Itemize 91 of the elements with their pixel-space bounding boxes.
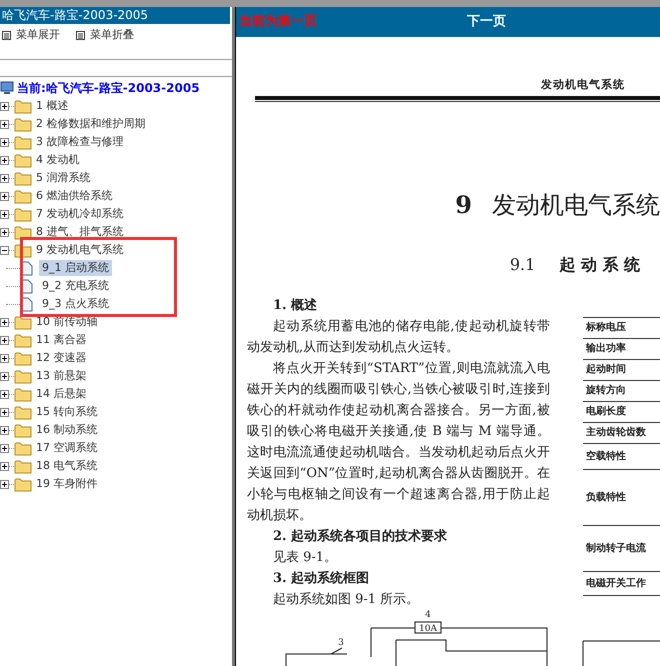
- tree-item[interactable]: 8 进气、排气系统: [36, 224, 124, 240]
- next-page-button[interactable]: 下一页: [467, 12, 506, 32]
- tree-item[interactable]: 9 发动机电气系统: [36, 242, 124, 258]
- table-cell: 旋转方向: [583, 380, 660, 402]
- folder-icon: [14, 206, 32, 222]
- folder-icon: [14, 350, 32, 366]
- folder-icon: [14, 188, 32, 204]
- body-paragraph: 起动系统用蓄电池的储存电能,使起动机旋转带动发动机,从而达到发动机点火运转。: [247, 318, 550, 356]
- tree-item[interactable]: 15 转向系统: [36, 404, 98, 420]
- expand-toggle[interactable]: [0, 210, 9, 218]
- tree-item[interactable]: 16 制动系统: [36, 422, 98, 438]
- table-cell: 电刷长度: [583, 402, 660, 422]
- table-cell: 负载特性: [583, 470, 660, 526]
- computer-icon: [0, 81, 14, 95]
- sidebar-title: 哈飞汽车-路宝-2003-2005: [0, 7, 230, 24]
- body-paragraph: 将点火开关转到“START”位置,则电流就流入电磁开关内的线圈而吸引铁心,当铁心被吸引时,连接到铁心的杆就动作使起动机离合器接合。另一方面,被吸引的铁心将电磁开关接通,使 B 端与 M 端导通。这时电流流通使起动机啮合。当发动机起动后点火开关返回到“ON”位置时,起动机离合器从齿圈脱开。在小轮与电枢轴之间设有一个超速离合器,用于防止起动机损坏。: [247, 360, 550, 524]
- list-icon: [76, 30, 85, 40]
- folder-icon: [14, 440, 32, 456]
- section-title: 起 动 系 统: [559, 254, 640, 276]
- folder-icon: [14, 314, 32, 330]
- table-cell: 电磁开关工作: [583, 572, 660, 596]
- tree-item[interactable]: 19 车身附件: [36, 476, 98, 492]
- section-heading: 2. 起动系统各项目的技术要求: [272, 528, 448, 546]
- table-cell: 标称电压: [583, 318, 660, 338]
- tree-item[interactable]: 17 空调系统: [36, 440, 98, 456]
- tree-item[interactable]: 9_1 启动系统: [39, 260, 112, 276]
- tree-item[interactable]: 1 概述: [36, 98, 68, 114]
- expand-toggle[interactable]: [0, 174, 9, 182]
- folder-icon: [14, 152, 32, 168]
- table-cell: 起动时间: [583, 360, 660, 380]
- expand-toggle[interactable]: [0, 480, 9, 488]
- expand-toggle[interactable]: [0, 192, 9, 200]
- folder-icon: [14, 404, 32, 420]
- folder-icon: [14, 170, 32, 186]
- collapse-toggle[interactable]: [0, 246, 9, 254]
- folder-icon: [14, 116, 32, 132]
- expand-toggle[interactable]: [0, 138, 9, 146]
- folder-icon: [14, 386, 32, 402]
- list-icon: [2, 30, 11, 40]
- expand-toggle[interactable]: [0, 120, 9, 128]
- running-head: 发动机电气系统: [541, 77, 625, 93]
- tree-item[interactable]: 9_2 充电系统: [39, 278, 112, 294]
- tree-item[interactable]: 10 前传动轴: [36, 314, 98, 330]
- tree-item[interactable]: 7 发动机冷却系统: [36, 206, 124, 222]
- table-cell: 主动齿轮齿数: [583, 422, 660, 444]
- tree-root: 当前:哈飞汽车-路宝-2003-2005: [17, 80, 200, 97]
- folder-icon: [14, 224, 32, 240]
- section-number: 9.1: [510, 254, 536, 276]
- tree-item[interactable]: 14 后悬架: [36, 386, 86, 402]
- chapter-number: 9: [455, 188, 472, 220]
- table-cell: 输出功率: [583, 338, 660, 360]
- tree-item[interactable]: 12 变速器: [36, 350, 86, 366]
- expand-toggle[interactable]: [0, 462, 9, 470]
- tree-item[interactable]: 4 发动机: [36, 152, 80, 168]
- folder-icon: [14, 98, 32, 114]
- tree-item[interactable]: 9_3 点火系统: [39, 296, 112, 312]
- tree-item[interactable]: 2 检修数据和维护周期: [36, 116, 146, 132]
- tree-item[interactable]: 5 润滑系统: [36, 170, 90, 186]
- expand-toggle[interactable]: [0, 444, 9, 452]
- expand-toggle[interactable]: [0, 336, 9, 344]
- folder-icon: [14, 332, 32, 348]
- tree-item[interactable]: 3 故障检查与修理: [36, 134, 124, 150]
- section-heading: 1. 概述: [272, 296, 318, 314]
- expand-toggle[interactable]: [0, 408, 9, 416]
- page-status: 当前为第一页: [238, 13, 317, 32]
- toolbar-button[interactable]: 菜单折叠: [76, 26, 134, 44]
- body-text: 起动系统如图 9-1 所示。: [272, 590, 420, 608]
- expand-toggle[interactable]: [0, 228, 9, 236]
- section-heading: 3. 起动系统框图: [272, 570, 370, 588]
- chapter-title: 发动机电气系统: [492, 190, 660, 220]
- folder-icon: [14, 134, 32, 150]
- folder-icon: [14, 368, 32, 384]
- folder-icon: [14, 476, 32, 492]
- expand-toggle[interactable]: [0, 390, 9, 398]
- expand-toggle[interactable]: [0, 354, 9, 362]
- expand-toggle[interactable]: [0, 102, 9, 110]
- expand-toggle[interactable]: [0, 318, 9, 326]
- toolbar-button[interactable]: 菜单展开: [2, 26, 60, 44]
- expand-toggle[interactable]: [0, 372, 9, 380]
- expand-toggle[interactable]: [0, 156, 9, 164]
- body-text: 见表 9-1。: [272, 548, 338, 566]
- tree-item[interactable]: 18 电气系统: [36, 458, 98, 474]
- folder-icon: [14, 458, 32, 474]
- table-cell: 空载特性: [583, 444, 660, 470]
- tree-item[interactable]: 13 前悬架: [36, 368, 86, 384]
- tree-item[interactable]: 6 燃油供给系统: [36, 188, 112, 204]
- folder-icon: [14, 422, 32, 438]
- tree-item[interactable]: 11 离合器: [36, 332, 86, 348]
- expand-toggle[interactable]: [0, 426, 9, 434]
- table-cell: 制动转子电流: [583, 526, 660, 572]
- circuit-diagram-drawing: 10A 4 3: [276, 607, 660, 666]
